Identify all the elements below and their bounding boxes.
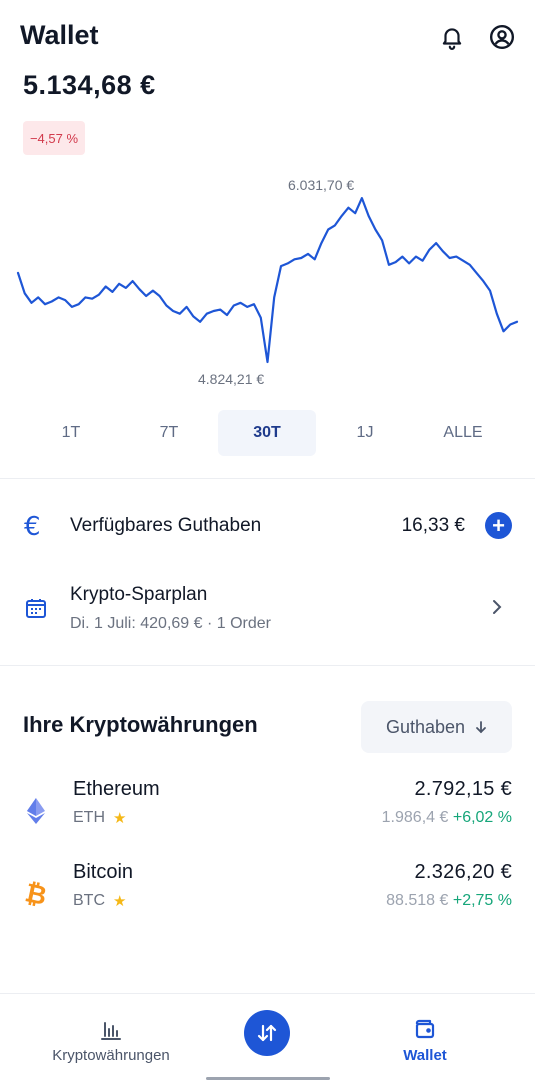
asset-price: 88.518 € [386,892,449,909]
asset-row-ethereum[interactable]: Ethereum ETH ★ 2.792,15 € 1.986,4 € +6,0… [0,778,535,838]
available-balance-value: 16,33 € [401,515,465,536]
tab-kryptowaehrungen[interactable]: Kryptowährungen [40,994,182,1064]
asset-price: 1.986,4 € [381,809,449,826]
savings-plan-label: Krypto-Sparplan [70,584,208,605]
wallet-icon [415,1019,435,1039]
divider [0,665,535,666]
asset-change: +6,02 % [452,809,512,826]
bar-chart-icon [101,1022,121,1040]
calendar-icon [26,599,46,618]
savings-plan-subtitle: Di. 1 Juli: 420,69 € · 1 Order [70,615,271,632]
asset-change: +2,75 % [452,892,512,909]
arrow-down-icon [476,721,486,734]
tab-label: Wallet [403,1047,447,1064]
chart-min-label: 4.824,21 € [198,371,265,387]
tab-label: Kryptowährungen [52,1047,170,1064]
range-1t[interactable]: 1T [22,410,120,456]
divider [0,478,535,479]
range-alle[interactable]: ALLE [414,410,512,456]
svg-text:₿: ₿ [24,879,48,909]
bottom-tab-bar: Kryptowährungen Wallet [0,993,535,1080]
star-icon[interactable]: ★ [113,809,126,827]
asset-symbol-text: BTC [73,892,105,909]
add-funds-button[interactable]: + [485,512,512,539]
chart-series-line [16,196,519,364]
star-icon[interactable]: ★ [113,892,126,910]
asset-name: Ethereum [73,778,160,800]
asset-symbol: BTC ★ [73,892,126,910]
range-7t[interactable]: 7T [120,410,218,456]
range-30t[interactable]: 30T [218,410,316,456]
asset-symbol-text: ETH [73,809,105,826]
asset-price-change: 1.986,4 € +6,02 % [382,809,512,827]
asset-name: Bitcoin [73,861,134,883]
euro-icon: € [24,512,41,542]
asset-price-change: 88.518 € +2,75 % [386,892,512,910]
bitcoin-icon: ₿ [24,879,48,909]
time-range-selector: 1T 7T 30T 1J ALLE [22,410,512,456]
trade-button[interactable] [244,1010,290,1056]
bell-icon[interactable] [439,24,465,50]
account-icon[interactable] [489,24,515,50]
portfolio-chart[interactable] [0,160,535,400]
asset-value: 2.326,20 € [414,861,512,883]
asset-row-bitcoin[interactable]: ₿ Bitcoin BTC ★ 2.326,20 € 88.518 € +2,7… [0,861,535,921]
chevron-right-icon [493,600,502,614]
asset-symbol: ETH ★ [73,809,126,827]
sort-button[interactable]: Guthaben [361,701,512,753]
swap-arrows-icon [257,1024,277,1042]
asset-value: 2.792,15 € [414,778,512,800]
available-balance-label: Verfügbares Guthaben [70,515,262,536]
ethereum-icon [27,798,45,824]
sort-label: Guthaben [385,716,466,737]
page-title: Wallet [20,20,99,50]
portfolio-balance: 5.134,68 € [23,70,156,100]
savings-plan-row[interactable]: Krypto-Sparplan Di. 1 Juli: 420,69 € · 1… [0,580,535,640]
available-balance-row[interactable]: € Verfügbares Guthaben 16,33 € + [0,500,535,552]
range-1j[interactable]: 1J [316,410,414,456]
assets-section-title: Ihre Kryptowährungen [23,712,258,737]
chart-max-label: 6.031,70 € [288,177,355,193]
portfolio-change-badge: −4,57 % [23,121,85,155]
app-header: Wallet [0,0,535,70]
tab-wallet[interactable]: Wallet [385,994,465,1064]
